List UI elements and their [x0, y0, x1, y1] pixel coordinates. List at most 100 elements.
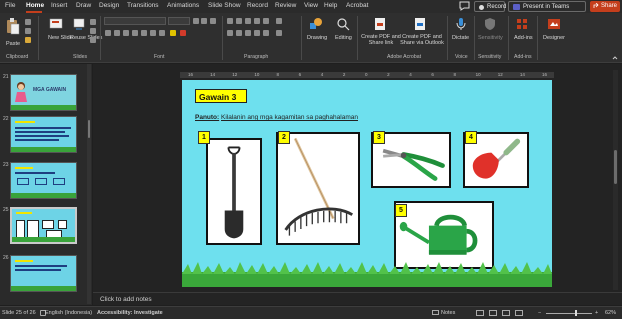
- slide-thumbnail-selected[interactable]: [10, 207, 77, 244]
- layout-icon[interactable]: [90, 19, 96, 25]
- zoom-in-icon[interactable]: +: [595, 310, 598, 316]
- create-pdf-share-outlook-label[interactable]: Create PDF and Share via Outlook: [400, 34, 444, 46]
- menu-file[interactable]: File: [5, 2, 15, 9]
- language-indicator[interactable]: English (Indonesia): [45, 310, 92, 316]
- highlight-color-icon[interactable]: [170, 30, 176, 36]
- bold-icon[interactable]: [105, 30, 111, 36]
- add-ins-icon[interactable]: [516, 17, 528, 31]
- shovel-picture[interactable]: [206, 138, 262, 245]
- notes-toggle[interactable]: Notes: [441, 310, 455, 316]
- instruction-text[interactable]: Panuto: Kilalanin ang mga kagamitan sa p…: [195, 114, 358, 121]
- slide-thumbnail[interactable]: [10, 162, 77, 199]
- sensitivity-label[interactable]: Sensitivity: [478, 35, 503, 41]
- comment-icon[interactable]: [459, 1, 470, 11]
- menu-animations[interactable]: Animations: [167, 2, 199, 9]
- menu-slide-show[interactable]: Slide Show: [208, 2, 241, 9]
- watering-can-picture[interactable]: [394, 201, 494, 269]
- font-size-input[interactable]: [168, 17, 190, 25]
- text-direction-icon[interactable]: [276, 18, 282, 24]
- menu-acrobat[interactable]: Acrobat: [346, 2, 368, 9]
- new-slide-icon[interactable]: [49, 17, 63, 31]
- decrease-indent-icon[interactable]: [245, 18, 251, 24]
- increase-font-icon[interactable]: [193, 18, 199, 24]
- editing-label[interactable]: Editing: [335, 35, 352, 41]
- cut-icon[interactable]: [25, 19, 31, 25]
- rake-picture[interactable]: [276, 132, 360, 245]
- create-pdf-share-link-label[interactable]: Create PDF and Share link: [361, 34, 401, 46]
- slide-thumbnail[interactable]: MGA GAWAIN: [10, 74, 77, 111]
- menu-draw[interactable]: Draw: [76, 2, 91, 9]
- present-in-teams-button[interactable]: Present in Teams: [508, 1, 586, 12]
- increase-indent-icon[interactable]: [254, 18, 260, 24]
- numbering-icon[interactable]: [236, 18, 242, 24]
- paste-icon[interactable]: [6, 17, 20, 35]
- reset-icon[interactable]: [90, 28, 96, 34]
- paste-label[interactable]: Paste: [6, 41, 20, 47]
- notes-pane[interactable]: Click to add notes: [93, 292, 622, 305]
- designer-label[interactable]: Designer: [543, 35, 565, 41]
- dictate-label[interactable]: Dictate: [452, 35, 469, 41]
- reading-view-icon[interactable]: [502, 310, 510, 316]
- notes-placeholder[interactable]: Click to add notes: [100, 296, 152, 303]
- menu-review[interactable]: Review: [275, 2, 296, 9]
- notes-icon[interactable]: [432, 310, 439, 315]
- microphone-icon[interactable]: [456, 17, 466, 31]
- menu-transitions[interactable]: Transitions: [127, 2, 159, 9]
- menu-home[interactable]: Home: [26, 2, 44, 9]
- title-box[interactable]: Gawain 3: [195, 89, 247, 103]
- font-name-input[interactable]: [104, 17, 166, 25]
- change-case-icon[interactable]: [159, 30, 165, 36]
- justify-icon[interactable]: [254, 30, 260, 36]
- record-button[interactable]: Record: [474, 1, 506, 12]
- menu-view[interactable]: View: [304, 2, 318, 9]
- menu-design[interactable]: Design: [99, 2, 119, 9]
- share-button[interactable]: Share: [590, 1, 620, 12]
- normal-view-icon[interactable]: [476, 310, 484, 316]
- clear-formatting-icon[interactable]: [210, 18, 216, 24]
- menu-help[interactable]: Help: [324, 2, 337, 9]
- slide-thumbnail[interactable]: [10, 255, 77, 292]
- font-color-icon[interactable]: [180, 30, 186, 36]
- thumbnail-scrollbar[interactable]: [87, 64, 91, 304]
- drawing-shapes-icon[interactable]: [309, 17, 323, 31]
- accessibility-status[interactable]: Accessibility: Investigate: [97, 310, 163, 316]
- italic-icon[interactable]: [114, 30, 120, 36]
- char-spacing-icon[interactable]: [150, 30, 156, 36]
- align-left-icon[interactable]: [227, 30, 233, 36]
- search-icon[interactable]: [336, 17, 350, 31]
- thumbnail-scrollbar-thumb[interactable]: [88, 120, 90, 138]
- collapse-ribbon-icon[interactable]: [612, 55, 618, 60]
- menu-insert[interactable]: Insert: [51, 2, 67, 9]
- reuse-slides-icon[interactable]: [72, 17, 86, 31]
- section-icon[interactable]: [90, 37, 96, 43]
- slide-thumbnail[interactable]: [10, 116, 77, 153]
- zoom-out-icon[interactable]: −: [538, 310, 541, 316]
- pdf-link-icon[interactable]: [374, 17, 386, 31]
- slide-show-icon[interactable]: [515, 310, 523, 316]
- copy-icon[interactable]: [25, 28, 31, 34]
- format-painter-icon[interactable]: [25, 37, 31, 43]
- columns-icon[interactable]: [263, 30, 269, 36]
- slide-canvas[interactable]: Gawain 3 Panuto: Kilalanin ang mga kagam…: [182, 80, 552, 287]
- menu-record[interactable]: Record: [247, 2, 268, 9]
- decrease-font-icon[interactable]: [201, 18, 207, 24]
- align-center-icon[interactable]: [236, 30, 242, 36]
- drawing-label[interactable]: Drawing: [307, 35, 327, 41]
- vertical-scrollbar-thumb[interactable]: [614, 150, 617, 184]
- zoom-slider-thumb[interactable]: [575, 310, 577, 316]
- smartart-icon[interactable]: [276, 30, 282, 36]
- bullets-icon[interactable]: [227, 18, 233, 24]
- zoom-level[interactable]: 62%: [605, 310, 616, 316]
- align-right-icon[interactable]: [245, 30, 251, 36]
- line-spacing-icon[interactable]: [263, 18, 269, 24]
- pdf-outlook-icon[interactable]: [414, 17, 426, 31]
- zoom-slider[interactable]: [546, 313, 592, 314]
- reuse-slides-label[interactable]: Reuse Slides: [70, 35, 102, 41]
- designer-icon[interactable]: [547, 17, 561, 31]
- underline-icon[interactable]: [123, 30, 129, 36]
- sensitivity-icon[interactable]: [484, 17, 496, 31]
- shadow-icon[interactable]: [141, 30, 147, 36]
- slide-sorter-icon[interactable]: [489, 310, 497, 316]
- add-ins-label[interactable]: Add-ins: [514, 35, 533, 41]
- strikethrough-icon[interactable]: [132, 30, 138, 36]
